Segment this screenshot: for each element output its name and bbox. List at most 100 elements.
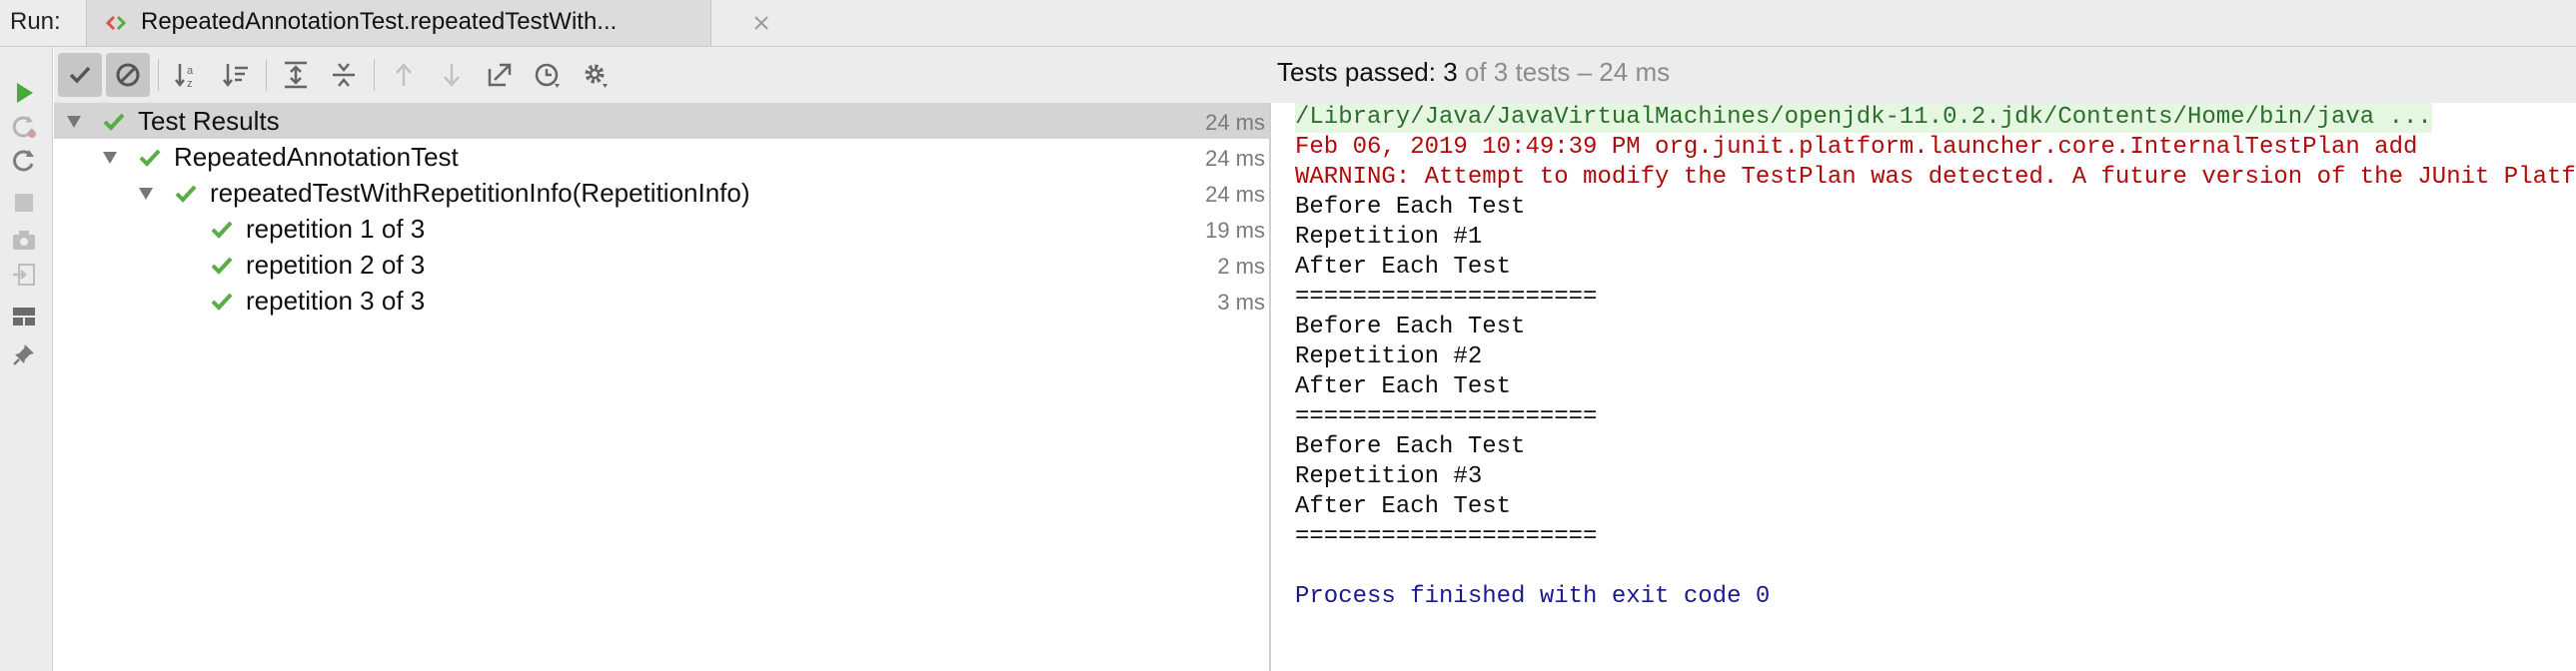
export-icon bbox=[488, 63, 512, 87]
rerun-failed-button[interactable] bbox=[8, 111, 40, 143]
tree-node-duration: 2 ms bbox=[1217, 254, 1265, 279]
screenshot-button[interactable] bbox=[8, 225, 40, 257]
stop-button[interactable] bbox=[8, 187, 40, 219]
console-line: WARNING: Attempt to modify the TestPlan … bbox=[1295, 164, 2576, 191]
tree-node-repetition[interactable]: repetition 3 of 3 3 ms bbox=[54, 283, 1269, 319]
test-runner-toolbar: a z Tests passed: 3 of 3 tests – 24 ms bbox=[54, 47, 2576, 103]
toolbar-separator bbox=[266, 59, 267, 91]
sort-alpha-icon: a z bbox=[175, 64, 194, 90]
run-tab-title: RepeatedAnnotationTest.repeatedTestWith.… bbox=[141, 8, 618, 35]
console-line: Feb 06, 2019 10:49:39 PM org.junit.platf… bbox=[1295, 134, 2418, 161]
tree-node-duration: 24 ms bbox=[1205, 146, 1265, 171]
stop-icon bbox=[15, 194, 33, 212]
next-failed-test-button[interactable] bbox=[430, 53, 474, 97]
toolbar-separator bbox=[158, 59, 159, 91]
test-history-button[interactable] bbox=[526, 53, 570, 97]
tests-summary: Tests passed: 3 of 3 tests – 24 ms bbox=[1277, 57, 1670, 88]
rerun-failed-icon bbox=[12, 116, 36, 138]
tree-node-label: repetition 3 of 3 bbox=[246, 286, 426, 316]
passed-check-icon bbox=[103, 113, 125, 131]
layout-icon bbox=[13, 308, 35, 326]
sort-duration-icon bbox=[223, 64, 248, 88]
sort-by-duration-button[interactable] bbox=[214, 53, 258, 97]
console-exit-line: Process finished with exit code 0 bbox=[1295, 583, 1771, 610]
tree-node-test-class[interactable]: RepeatedAnnotationTest 24 ms bbox=[54, 139, 1269, 175]
arrow-up-icon bbox=[396, 63, 412, 86]
tree-node-test-method[interactable]: repeatedTestWithRepetitionInfo(Repetitio… bbox=[54, 175, 1269, 211]
tree-node-label: repeatedTestWithRepetitionInfo(Repetitio… bbox=[210, 178, 750, 208]
run-side-toolbar bbox=[0, 47, 53, 671]
console-line: ===================== bbox=[1295, 523, 1598, 550]
test-results-tree: Test Results 24 ms RepeatedAnnotationTes… bbox=[54, 103, 1269, 671]
run-icon bbox=[17, 83, 33, 103]
tree-node-duration: 24 ms bbox=[1205, 110, 1265, 135]
passed-check-icon bbox=[139, 149, 161, 167]
gear-icon bbox=[585, 64, 608, 88]
run-configuration-tab[interactable]: RepeatedAnnotationTest.repeatedTestWith.… bbox=[86, 0, 768, 46]
passed-check-icon bbox=[175, 185, 197, 203]
show-passed-toggle[interactable] bbox=[58, 53, 102, 97]
chevron-down-icon[interactable] bbox=[102, 151, 118, 165]
test-settings-button[interactable] bbox=[574, 53, 618, 97]
tree-node-label: repetition 2 of 3 bbox=[246, 250, 426, 280]
passed-check-icon bbox=[211, 257, 233, 275]
expand-all-button[interactable] bbox=[274, 53, 318, 97]
console-line: Repetition #2 bbox=[1295, 343, 1483, 370]
chevron-down-icon[interactable] bbox=[138, 187, 154, 201]
console-line: After Each Test bbox=[1295, 373, 1512, 400]
passed-check-icon bbox=[211, 221, 233, 239]
console-line: ===================== bbox=[1295, 284, 1598, 311]
tree-node-repetition[interactable]: repetition 1 of 3 19 ms bbox=[54, 211, 1269, 247]
console-line: After Each Test bbox=[1295, 493, 1512, 520]
tree-node-label: Test Results bbox=[138, 106, 280, 136]
expand-all-icon bbox=[285, 61, 307, 89]
toolbar-separator bbox=[374, 59, 375, 91]
console-line: After Each Test bbox=[1295, 254, 1512, 281]
console-output[interactable]: /Library/Java/JavaVirtualMachines/openjd… bbox=[1271, 103, 2576, 671]
rerun-icon bbox=[13, 150, 34, 172]
pin-tab-button[interactable] bbox=[8, 338, 40, 370]
checkmark-icon bbox=[69, 66, 91, 84]
run-button[interactable] bbox=[8, 77, 40, 109]
show-ignored-toggle[interactable] bbox=[106, 53, 150, 97]
summary-detail: of 3 tests – 24 ms bbox=[1457, 57, 1671, 87]
console-line: Before Each Test bbox=[1295, 433, 1526, 460]
console-line: Before Each Test bbox=[1295, 194, 1526, 221]
test-run-icon bbox=[105, 15, 127, 31]
svg-text:a: a bbox=[187, 65, 194, 77]
export-results-button[interactable] bbox=[478, 53, 522, 97]
tree-node-duration: 24 ms bbox=[1205, 182, 1265, 207]
import-tests-button[interactable] bbox=[8, 259, 40, 291]
svg-text:z: z bbox=[187, 78, 193, 90]
collapse-all-button[interactable] bbox=[322, 53, 366, 97]
previous-failed-test-button[interactable] bbox=[382, 53, 426, 97]
tree-node-duration: 19 ms bbox=[1205, 218, 1265, 243]
passed-check-icon bbox=[211, 293, 233, 311]
console-line: ===================== bbox=[1295, 403, 1598, 430]
sort-alphabetically-button[interactable]: a z bbox=[166, 53, 210, 97]
close-icon[interactable] bbox=[750, 12, 772, 34]
import-icon bbox=[13, 264, 35, 286]
console-command-line[interactable]: /Library/Java/JavaVirtualMachines/openjd… bbox=[1295, 103, 2432, 133]
layout-button[interactable] bbox=[8, 301, 40, 333]
collapse-all-icon bbox=[333, 63, 355, 87]
run-label: Run: bbox=[10, 8, 61, 35]
tree-node-label: RepeatedAnnotationTest bbox=[174, 142, 459, 172]
tree-node-duration: 3 ms bbox=[1217, 290, 1265, 315]
tree-node-repetition[interactable]: repetition 2 of 3 2 ms bbox=[54, 247, 1269, 283]
camera-icon bbox=[13, 231, 35, 250]
pin-icon bbox=[13, 344, 34, 365]
arrow-down-icon bbox=[444, 64, 460, 87]
console-line: Repetition #1 bbox=[1295, 224, 1483, 251]
run-tab-bar: Run: RepeatedAnnotationTest.repeatedTest… bbox=[0, 0, 2576, 47]
rerun-button[interactable] bbox=[8, 145, 40, 177]
tree-node-label: repetition 1 of 3 bbox=[246, 214, 426, 244]
chevron-down-icon[interactable] bbox=[66, 115, 82, 129]
summary-prefix: Tests passed: bbox=[1277, 57, 1444, 87]
history-icon bbox=[535, 63, 560, 88]
tree-node-test-results[interactable]: Test Results 24 ms bbox=[54, 103, 1269, 139]
console-line: Before Each Test bbox=[1295, 314, 1526, 340]
ignored-icon bbox=[116, 63, 140, 87]
passed-count: 3 bbox=[1443, 57, 1458, 87]
console-line: Repetition #3 bbox=[1295, 463, 1483, 490]
